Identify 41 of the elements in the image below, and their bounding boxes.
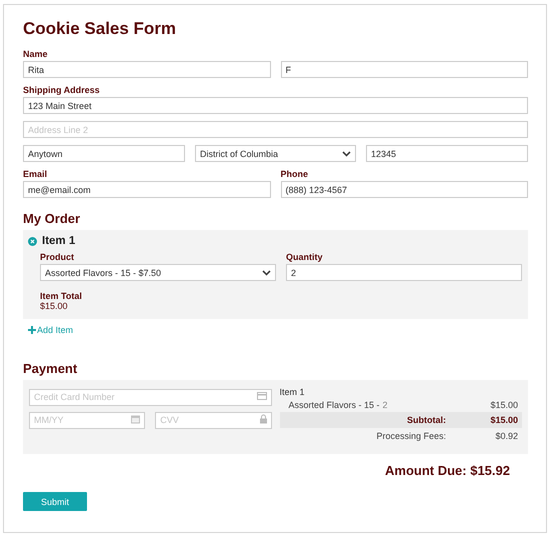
summary-product: Assorted Flavors - 15 - [288,400,380,410]
address-field[interactable]: 123 Main Street [23,97,528,114]
subtotal-amount: $15.00 [489,415,518,425]
credit-card-icon [256,392,266,400]
chevron-icon [262,270,271,276]
item-title: Item 1 [42,235,76,247]
state-select[interactable]: District of Columbia [195,145,356,162]
summary-item-title: Item 1 [280,387,306,397]
item-total: $15.00 [40,301,69,311]
field-label: Product [40,252,76,262]
phone-field[interactable]: (888) 123-4567 [280,181,528,198]
field-label: Item Total [40,291,83,301]
address-line-2-field[interactable]: Address Line 2 [23,121,528,138]
card-number-field[interactable]: Credit Card Number [29,388,272,406]
summary-amount: $15.00 [490,400,518,410]
plus-icon [28,326,36,334]
field-label: Phone [280,169,310,179]
lock-icon [260,414,266,423]
first-name-field[interactable]: Rita [23,61,270,78]
fees-label: Processing Fees: [376,431,446,441]
zip-field[interactable]: 12345 [366,145,528,162]
subtotal-label: Subtotal: [407,415,446,425]
field-label: Email [23,169,48,179]
expiry-field[interactable]: MM/YY [29,412,146,428]
form-title: Cookie Sales Form [23,19,178,39]
summary-quantity: 2 [382,400,389,410]
quantity-field[interactable]: 2 [286,264,522,281]
section-heading: Payment [23,361,78,376]
amount-due: Amount Due: $15.92 [385,463,510,478]
city-field[interactable]: Anytown [23,145,185,162]
email-field[interactable]: me@email.com [23,181,270,198]
field-label: Name [23,49,49,59]
chevron-icon [342,150,351,156]
field-label: Quantity [286,252,324,262]
field-label: Shipping Address [23,85,101,95]
product-select[interactable]: Assorted Flavors - 15 - $7.50 [40,264,276,281]
last-name-field[interactable]: F [280,61,528,78]
cvv-field[interactable]: CVV [155,412,272,428]
fees-amount: $0.92 [494,431,518,441]
remove-icon[interactable] [28,236,37,246]
section-heading: My Order [23,211,82,226]
